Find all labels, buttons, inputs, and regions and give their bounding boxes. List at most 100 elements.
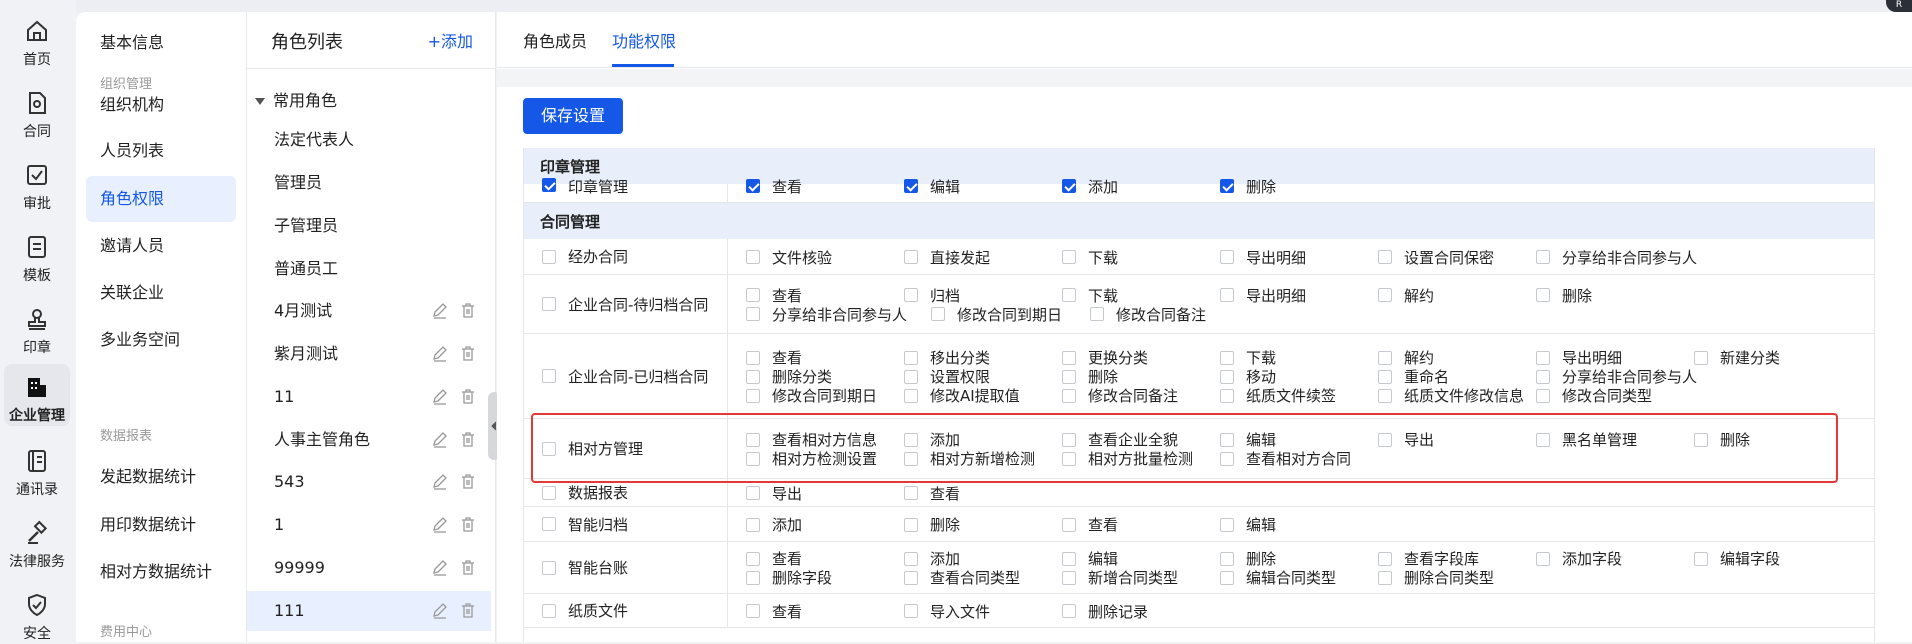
permission-checkbox[interactable]: 文件核验 [746, 247, 832, 267]
permission-checkbox[interactable]: 查看 [746, 549, 802, 569]
edit-icon[interactable] [431, 430, 449, 448]
checkbox[interactable] [1062, 369, 1076, 384]
checkbox[interactable] [1062, 388, 1076, 403]
permission-checkbox[interactable]: 相对方批量检测 [1062, 449, 1193, 469]
checkbox[interactable] [904, 388, 918, 403]
role-group-common[interactable]: 常用角色 [255, 87, 337, 111]
edit-icon[interactable] [431, 601, 449, 619]
permission-checkbox[interactable]: 删除分类 [746, 367, 832, 387]
permission-checkbox[interactable]: 删除记录 [1062, 601, 1148, 621]
checkbox[interactable] [1536, 288, 1550, 302]
permission-checkbox[interactable]: 更换分类 [1062, 348, 1148, 368]
checkbox[interactable] [1536, 388, 1550, 403]
permission-checkbox[interactable]: 查看字段库 [1378, 549, 1479, 569]
row-checkbox[interactable] [542, 249, 556, 264]
permission-checkbox[interactable]: 添加 [746, 515, 802, 535]
checkbox[interactable] [904, 517, 918, 532]
checkbox[interactable] [1062, 604, 1076, 618]
checkbox[interactable] [746, 570, 760, 585]
permission-checkbox[interactable]: 设置权限 [904, 367, 990, 387]
nav-item-5[interactable]: 企业管理 [4, 364, 70, 426]
checkbox[interactable] [746, 432, 760, 447]
delete-icon[interactable] [459, 344, 477, 362]
role-item[interactable]: 99999 [247, 548, 491, 588]
row-checkbox[interactable] [542, 297, 556, 311]
menu-item-report-3[interactable]: 相对方数据统计 [86, 549, 236, 595]
row-checkbox[interactable] [542, 603, 556, 618]
checkbox[interactable] [1220, 432, 1234, 447]
save-settings-button[interactable]: 保存设置 [523, 98, 623, 134]
permission-checkbox[interactable]: 移动 [1220, 367, 1276, 387]
permission-checkbox[interactable]: 编辑 [904, 176, 960, 196]
permission-checkbox[interactable]: 分享给非合同参与人 [1536, 367, 1697, 387]
permission-checkbox[interactable]: 查看 [746, 601, 802, 621]
permission-checkbox[interactable]: 添加 [1062, 176, 1118, 196]
checkbox[interactable] [904, 288, 918, 302]
checkbox[interactable] [1220, 551, 1234, 566]
checkbox[interactable] [904, 432, 918, 447]
permission-checkbox[interactable]: 编辑 [1220, 515, 1276, 535]
checkbox[interactable] [746, 307, 760, 321]
checkbox[interactable] [746, 517, 760, 532]
permission-checkbox[interactable]: 设置合同保密 [1378, 247, 1494, 267]
permission-checkbox[interactable]: 导出明细 [1220, 247, 1306, 267]
delete-icon[interactable] [459, 430, 477, 448]
permission-checkbox[interactable]: 查看 [746, 285, 802, 305]
checkbox[interactable] [1378, 432, 1392, 447]
menu-item-6[interactable]: 多业务空间 [86, 317, 236, 363]
checkbox[interactable] [746, 288, 760, 302]
permission-checkbox[interactable]: 分享给非合同参与人 [1536, 247, 1697, 267]
permission-checkbox[interactable]: 查看 [1062, 515, 1118, 535]
checkbox[interactable] [904, 369, 918, 384]
row-checkbox[interactable] [542, 560, 556, 575]
checkbox[interactable] [1378, 350, 1392, 365]
permission-checkbox[interactable]: 查看相对方信息 [746, 430, 877, 450]
permission-checkbox[interactable]: 直接发起 [904, 247, 990, 267]
menu-item-report-2[interactable]: 用印数据统计 [86, 502, 236, 548]
checkbox[interactable] [1536, 250, 1550, 264]
permission-checkbox[interactable]: 删除合同类型 [1378, 568, 1494, 588]
permission-checkbox[interactable]: 导出明细 [1220, 285, 1306, 305]
checkbox[interactable] [1536, 369, 1550, 384]
checkbox[interactable] [1536, 432, 1550, 447]
permission-checkbox[interactable]: 解约 [1378, 348, 1434, 368]
permission-checkbox[interactable]: 归档 [904, 285, 960, 305]
permission-checkbox[interactable]: 删除字段 [746, 568, 832, 588]
checkbox[interactable] [746, 486, 760, 500]
permission-checkbox[interactable]: 添加 [904, 549, 960, 569]
permission-checkbox[interactable]: 相对方新增检测 [904, 449, 1035, 469]
checkbox[interactable] [931, 307, 945, 321]
delete-icon[interactable] [459, 301, 477, 319]
checkbox[interactable] [746, 179, 760, 193]
checkbox[interactable] [1536, 350, 1550, 365]
role-item[interactable]: 543 [247, 462, 491, 502]
checkbox[interactable] [1090, 307, 1104, 321]
checkbox[interactable] [1694, 432, 1708, 447]
permission-checkbox[interactable]: 新建分类 [1694, 348, 1780, 368]
permission-checkbox[interactable]: 下载 [1062, 247, 1118, 267]
checkbox[interactable] [1062, 350, 1076, 365]
checkbox[interactable] [1062, 517, 1076, 532]
nav-item-7[interactable]: 法律服务 [4, 510, 70, 572]
checkbox[interactable] [1062, 288, 1076, 302]
permission-checkbox[interactable]: 导出 [746, 483, 802, 503]
checkbox[interactable] [746, 388, 760, 403]
delete-icon[interactable] [459, 387, 477, 405]
menu-item-5[interactable]: 关联企业 [86, 270, 236, 316]
checkbox[interactable] [746, 350, 760, 365]
permission-checkbox[interactable]: 修改合同备注 [1090, 304, 1206, 324]
delete-icon[interactable] [459, 472, 477, 490]
checkbox[interactable] [1694, 350, 1708, 365]
nav-item-0[interactable]: 首页 [4, 8, 70, 70]
edit-icon[interactable] [431, 515, 449, 533]
permission-checkbox[interactable]: 导出 [1378, 430, 1434, 450]
permission-checkbox[interactable]: 编辑 [1062, 549, 1118, 569]
nav-item-8[interactable]: 安全 [4, 582, 70, 644]
checkbox[interactable] [904, 486, 918, 500]
permission-checkbox[interactable]: 查看合同类型 [904, 568, 1020, 588]
permission-checkbox[interactable]: 移出分类 [904, 348, 990, 368]
permission-checkbox[interactable]: 查看相对方合同 [1220, 449, 1351, 469]
permission-checkbox[interactable]: 修改合同到期日 [931, 304, 1062, 324]
checkbox[interactable] [746, 451, 760, 466]
role-item[interactable]: 紫月测试 [247, 334, 491, 374]
